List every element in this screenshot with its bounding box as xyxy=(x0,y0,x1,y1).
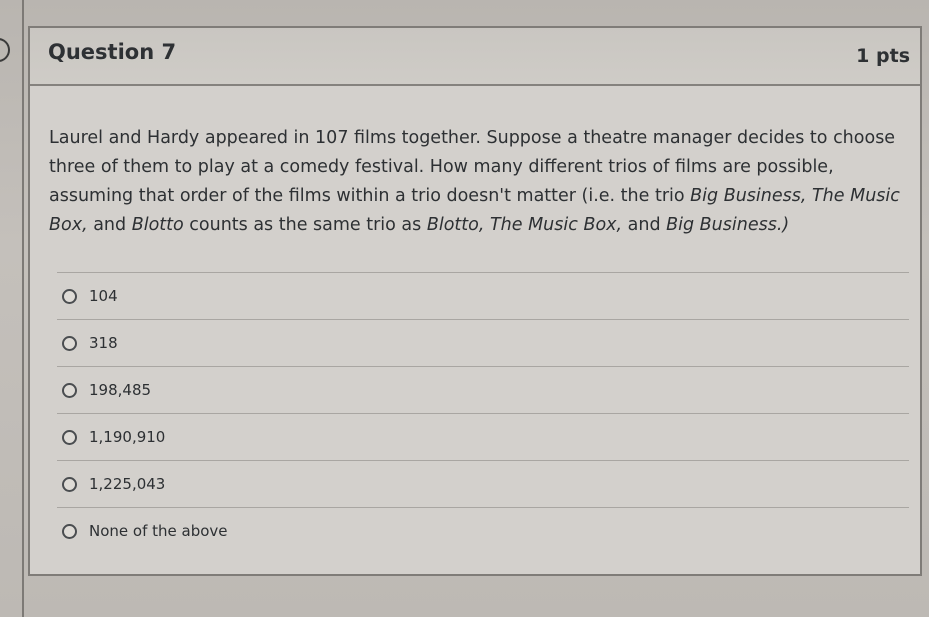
question-header: Question 7 1 pts xyxy=(30,28,920,86)
radio-button[interactable] xyxy=(62,382,77,398)
answer-option[interactable]: 1,225,043 xyxy=(57,460,909,507)
answer-label[interactable]: 1,190,910 xyxy=(89,428,165,446)
question-points: 1 pts xyxy=(856,45,910,67)
question-text-part: and xyxy=(87,215,132,235)
question-text-italic: Blotto xyxy=(131,215,184,235)
answer-label[interactable]: 104 xyxy=(89,287,118,305)
answer-list: 104 318 198,485 1,190,910 1,225,043 None… xyxy=(57,272,909,554)
radio-button[interactable] xyxy=(62,429,77,445)
answer-option[interactable]: 104 xyxy=(57,272,909,319)
question-text-italic: Blotto, The Music Box, xyxy=(426,215,623,235)
sidebar-divider xyxy=(22,0,24,617)
collapse-arrow-icon[interactable] xyxy=(0,38,10,62)
radio-button[interactable] xyxy=(62,523,77,539)
question-title: Question 7 xyxy=(48,40,177,64)
radio-button[interactable] xyxy=(62,476,77,492)
question-text-part: and xyxy=(622,215,667,235)
question-card: Question 7 1 pts Laurel and Hardy appear… xyxy=(28,26,922,576)
radio-button[interactable] xyxy=(62,335,77,351)
question-text-italic: Big Business.) xyxy=(666,215,790,235)
question-text-part: counts as the same trio as xyxy=(183,215,427,235)
answer-label[interactable]: 318 xyxy=(89,334,118,352)
answer-option[interactable]: None of the above xyxy=(57,507,909,554)
answer-option[interactable]: 1,190,910 xyxy=(57,413,909,460)
radio-button[interactable] xyxy=(62,288,77,304)
question-text: Laurel and Hardy appeared in 107 films t… xyxy=(49,124,909,240)
answer-option[interactable]: 198,485 xyxy=(57,366,909,413)
answer-option[interactable]: 318 xyxy=(57,319,909,366)
answer-label[interactable]: None of the above xyxy=(89,522,228,540)
answer-label[interactable]: 198,485 xyxy=(89,381,151,399)
answer-label[interactable]: 1,225,043 xyxy=(89,475,165,493)
